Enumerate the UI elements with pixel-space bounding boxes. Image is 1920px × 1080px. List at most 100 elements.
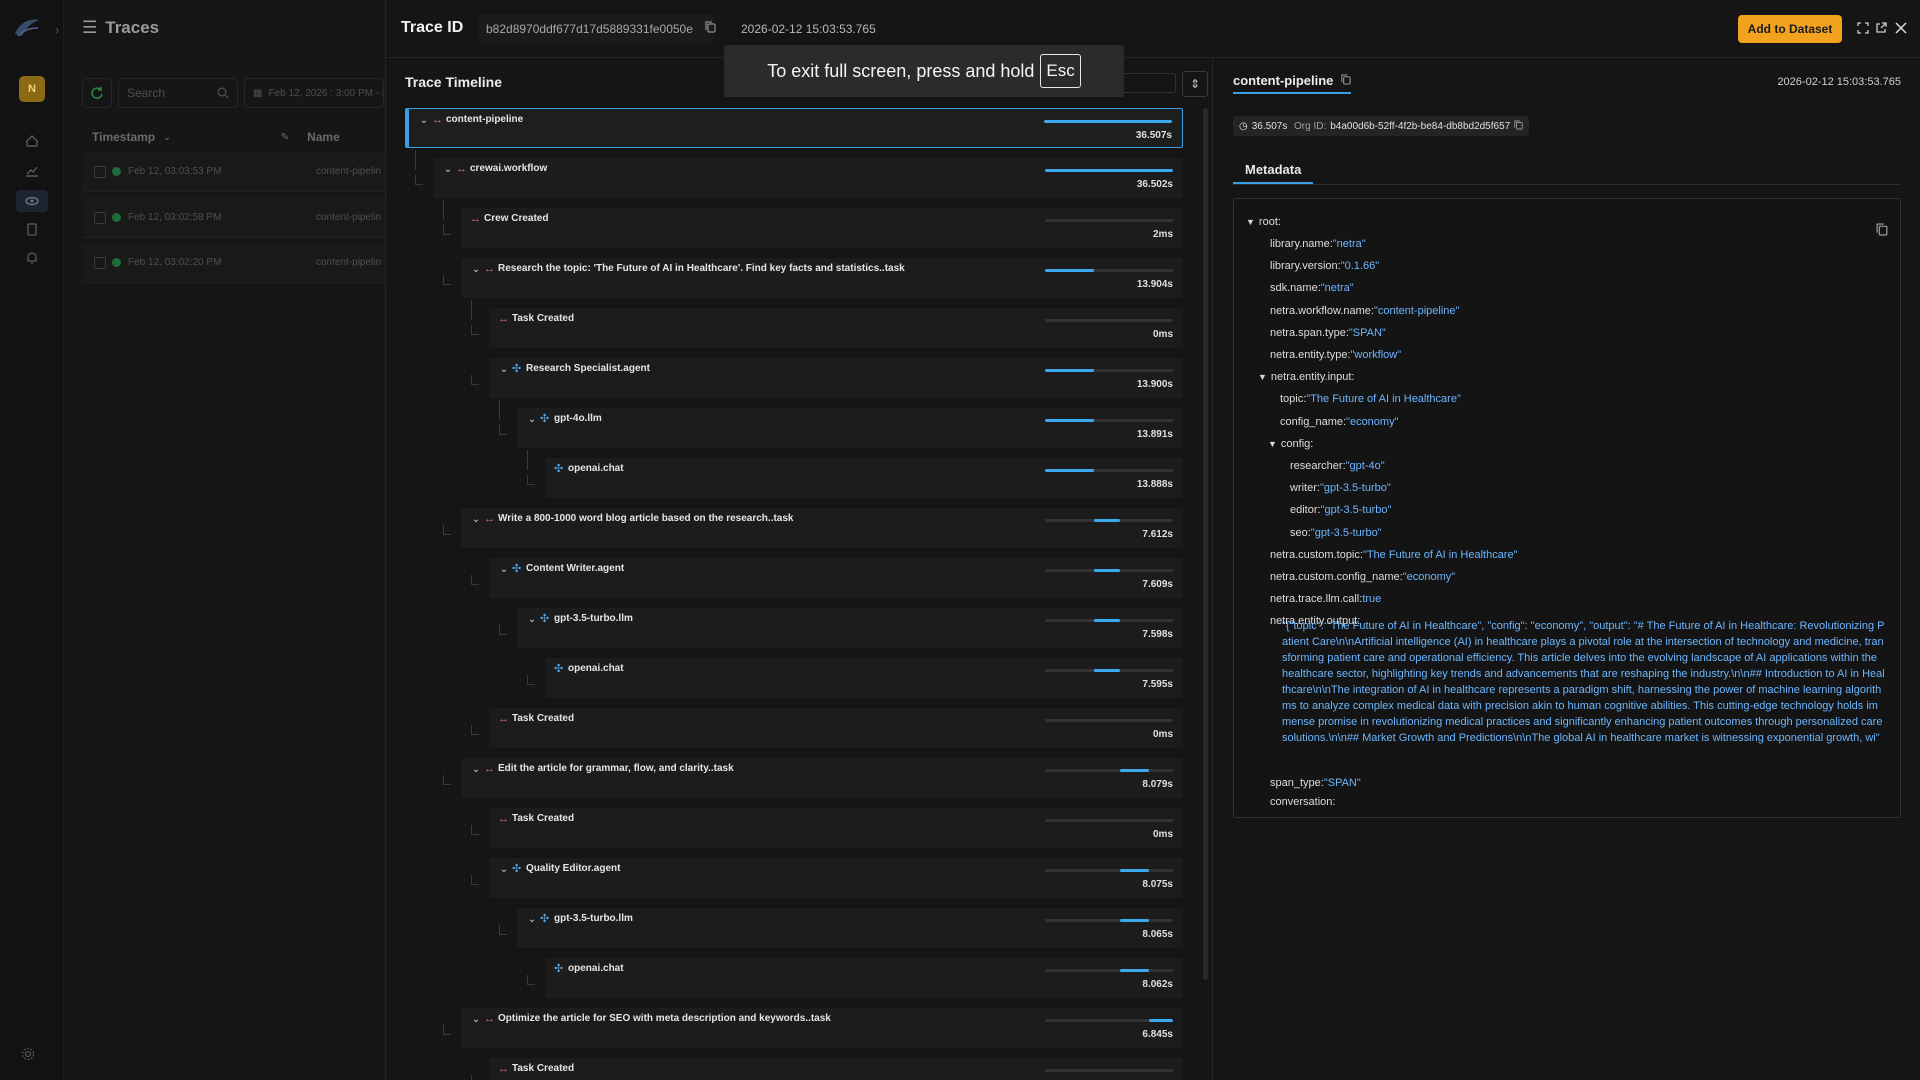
span-row[interactable]: ⌄ ✣ Research Specialist.agent 13.900s bbox=[489, 358, 1183, 398]
chevron-down-icon[interactable]: ⌄ bbox=[470, 763, 482, 775]
tree-connector bbox=[499, 925, 507, 935]
span-duration-bar bbox=[1045, 569, 1173, 572]
calendar-icon: ▦ bbox=[253, 87, 263, 99]
span-label: Task Created bbox=[512, 713, 575, 724]
row-checkbox[interactable] bbox=[94, 256, 106, 269]
home-icon[interactable] bbox=[23, 132, 41, 150]
copy-icon[interactable] bbox=[1341, 73, 1351, 88]
span-duration-fill bbox=[1044, 120, 1172, 123]
span-name-tab[interactable]: content-pipeline bbox=[1233, 73, 1352, 94]
collapse-triangle-icon[interactable]: ▼ bbox=[1268, 439, 1277, 449]
fullscreen-icon[interactable] bbox=[1855, 20, 1871, 36]
copy-icon[interactable] bbox=[1514, 120, 1523, 133]
json-value: "content-pipeline" bbox=[1373, 304, 1460, 317]
row-timestamp: Feb 12, 03:02:20 PM bbox=[128, 257, 222, 268]
chevron-down-icon[interactable]: ⌄ bbox=[498, 863, 510, 875]
json-value: "netra" bbox=[1320, 282, 1354, 295]
tree-connector bbox=[443, 225, 451, 235]
clipboard-icon[interactable] bbox=[23, 220, 41, 238]
row-checkbox[interactable] bbox=[94, 165, 106, 178]
span-duration: 13.891s bbox=[1136, 429, 1173, 440]
chevron-down-icon[interactable]: ⌄ bbox=[498, 563, 510, 575]
chevron-down-icon[interactable]: ⌄ bbox=[470, 1013, 482, 1025]
settings-gear-icon[interactable] bbox=[20, 1046, 36, 1065]
chevron-down-icon[interactable]: ⌄ bbox=[526, 613, 538, 625]
traces-search-input[interactable]: Search bbox=[118, 78, 238, 108]
avatar[interactable]: N bbox=[19, 76, 45, 102]
trace-id-chip: b82d8970ddf677d17d5889331fe0050e bbox=[478, 14, 716, 43]
expand-sidebar-icon[interactable]: › bbox=[55, 22, 59, 37]
timeline-filter-input[interactable] bbox=[1116, 73, 1176, 93]
analytics-chart-icon[interactable] bbox=[23, 162, 41, 180]
row-checkbox[interactable] bbox=[94, 211, 106, 224]
open-external-icon[interactable] bbox=[1873, 20, 1889, 36]
span-row[interactable]: ⌄ ✣ Content Writer.agent 7.609s bbox=[489, 558, 1183, 598]
span-row[interactable]: ↔Task Created0ms bbox=[489, 808, 1183, 848]
span-row[interactable]: ⌄ ↔ Research the topic: 'The Future of AI … bbox=[461, 258, 1183, 298]
json-value: "The Future of AI in Healthcare" bbox=[1306, 393, 1461, 406]
span-row[interactable]: ⌄ ↔ crewai.workflow 36.502s bbox=[433, 158, 1183, 198]
agent-node-icon: ✣ bbox=[512, 363, 522, 375]
add-to-dataset-button[interactable]: Add to Dataset bbox=[1738, 15, 1842, 43]
json-key-value[interactable]: ▼ config: bbox=[1268, 438, 1313, 450]
column-header-timestamp[interactable]: Timestamp bbox=[92, 130, 155, 144]
tree-connector bbox=[499, 625, 507, 635]
table-row[interactable]: Feb 12, 03:02:58 PM content-pipelin bbox=[82, 198, 385, 238]
span-row[interactable]: ⌄ ↔ Write a 800-1000 word blog article bas… bbox=[461, 508, 1183, 548]
span-row[interactable]: ✣ openai.chat 7.595s bbox=[545, 658, 1183, 698]
span-duration-bar bbox=[1045, 169, 1173, 172]
tree-guide-line bbox=[415, 150, 416, 170]
span-row[interactable]: ↔ Crew Created 2ms bbox=[461, 208, 1183, 248]
json-value: "The Future of AI in Healthcare" bbox=[1362, 548, 1518, 561]
esc-key-hint: Esc bbox=[1040, 54, 1081, 88]
chevron-down-icon[interactable]: ⌄ bbox=[442, 163, 454, 175]
span-label: Task Created bbox=[512, 1063, 575, 1074]
table-row[interactable]: Feb 12, 03:02:20 PM content-pipelin bbox=[82, 243, 385, 283]
collapse-all-button[interactable]: ⇕ bbox=[1182, 71, 1208, 97]
span-row[interactable]: ✣ openai.chat 8.062s bbox=[545, 958, 1183, 998]
span-details-panel: content-pipeline 2026-02-12 15:03:53.765… bbox=[1213, 58, 1920, 1080]
json-key: researcher: bbox=[1290, 460, 1346, 472]
pin-icon[interactable]: ✎ bbox=[281, 132, 289, 143]
span-row[interactable]: ⌄ ✣ gpt-4o.llm 13.891s bbox=[517, 408, 1183, 448]
chevron-down-icon[interactable]: ⌄ bbox=[526, 413, 538, 425]
span-row[interactable]: ↔Task Created0ms bbox=[489, 308, 1183, 348]
chevron-down-icon[interactable]: ⌄ bbox=[470, 513, 482, 525]
span-row[interactable]: ⌄ ↔ content-pipeline 36.507s bbox=[405, 108, 1183, 148]
close-icon[interactable] bbox=[1893, 20, 1909, 36]
timeline-scrollbar[interactable] bbox=[1203, 108, 1208, 980]
copy-json-icon[interactable] bbox=[1876, 223, 1888, 239]
json-key-value[interactable]: ▼ netra.entity.input: bbox=[1258, 371, 1355, 383]
bell-icon[interactable] bbox=[23, 249, 41, 267]
column-header-name[interactable]: Name bbox=[307, 130, 340, 144]
span-row[interactable]: ⌄ ↔ Optimize the article for SEO with meta… bbox=[461, 1008, 1183, 1048]
tree-connector bbox=[443, 1025, 451, 1035]
json-key-value: writer:"gpt-3.5-turbo" bbox=[1290, 482, 1391, 494]
span-row[interactable]: ✣ openai.chat 13.888s bbox=[545, 458, 1183, 498]
chevron-down-icon[interactable]: ⌄ bbox=[470, 263, 482, 275]
collapse-triangle-icon[interactable]: ▼ bbox=[1258, 372, 1267, 382]
chevron-down-icon[interactable]: ⌄ bbox=[418, 114, 430, 126]
sort-chevron-icon[interactable]: ⌄ bbox=[163, 132, 171, 143]
chevron-down-icon[interactable]: ⌄ bbox=[498, 363, 510, 375]
span-row[interactable]: ⌄ ✣ Quality Editor.agent 8.075s bbox=[489, 858, 1183, 898]
table-row[interactable]: Feb 12, 03:03:53 PM content-pipelin bbox=[82, 152, 385, 192]
json-value: "workflow" bbox=[1350, 349, 1402, 361]
traces-eye-icon[interactable] bbox=[16, 190, 48, 212]
date-range-filter[interactable]: ▦ Feb 12, 2026 : 3:00 PM - F bbox=[244, 78, 384, 108]
json-root-node[interactable]: ▼ root: bbox=[1246, 216, 1281, 228]
span-row[interactable]: ↔Task Created0ms bbox=[489, 708, 1183, 748]
collapse-triangle-icon[interactable]: ▼ bbox=[1246, 217, 1255, 227]
chevron-down-icon[interactable]: ⌄ bbox=[526, 913, 538, 925]
json-value: "economy" bbox=[1402, 571, 1456, 583]
json-value: "SPAN" bbox=[1323, 777, 1361, 789]
span-row[interactable]: ⌄ ✣ gpt-3.5-turbo.llm 7.598s bbox=[517, 608, 1183, 648]
span-row[interactable]: ⌄ ✣ gpt-3.5-turbo.llm 8.065s bbox=[517, 908, 1183, 948]
refresh-button[interactable] bbox=[82, 78, 112, 108]
span-duration: 7.612s bbox=[1142, 529, 1173, 540]
copy-icon[interactable] bbox=[705, 21, 716, 36]
tab-metadata[interactable]: Metadata bbox=[1233, 156, 1314, 184]
span-row[interactable]: ⌄ ↔ Edit the article for grammar, flow, an… bbox=[461, 758, 1183, 798]
netra-logo-icon[interactable] bbox=[12, 14, 42, 42]
span-row[interactable]: ↔Task Created0ms bbox=[489, 1058, 1183, 1080]
